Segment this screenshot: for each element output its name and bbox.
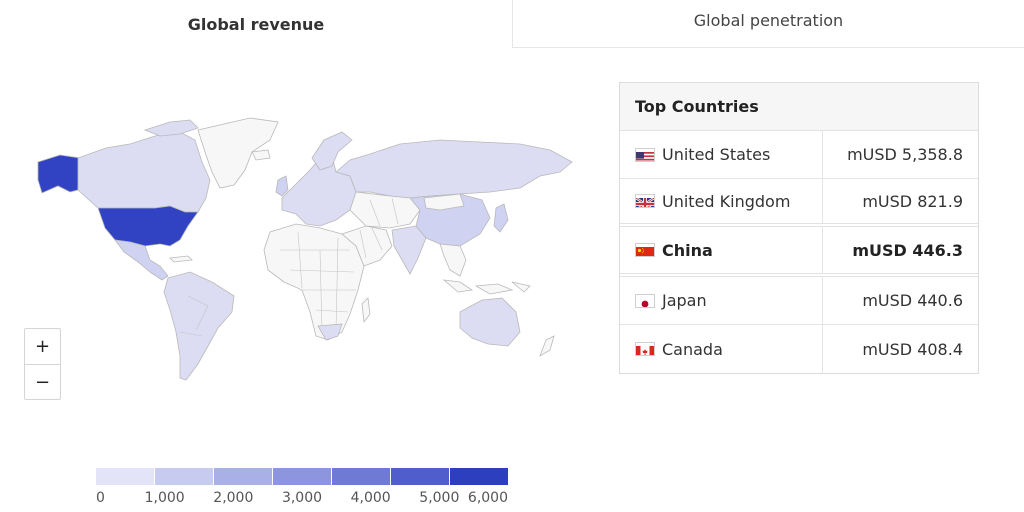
legend-tick-label: 3,000 <box>281 490 323 506</box>
country-value: mUSD 408.4 <box>862 339 963 359</box>
map-region-canada[interactable] <box>77 131 211 213</box>
country-name: United States <box>662 145 771 164</box>
table-row[interactable]: United States mUSD 5,358.8 <box>620 131 978 179</box>
country-value: mUSD 821.9 <box>862 191 963 211</box>
legend-tick-label: 2,000 <box>213 490 254 506</box>
legend-color-step <box>214 468 273 485</box>
map-region-africa[interactable] <box>263 223 365 341</box>
map-region-russia[interactable] <box>335 139 573 199</box>
map-region-united-kingdom[interactable] <box>275 175 289 197</box>
legend-color-step <box>273 468 332 485</box>
country-name: United Kingdom <box>662 191 791 211</box>
map-region-south-america[interactable] <box>163 271 235 381</box>
legend-tick-label: 1,000 <box>144 490 185 506</box>
legend-ticks: 0 1,000 2,000 3,000 4,000 5,000 6,000 <box>96 490 508 512</box>
map-region-japan[interactable] <box>493 203 509 233</box>
legend-tick-label: 0 <box>96 490 105 506</box>
tab-global-revenue-label: Global revenue <box>187 14 325 34</box>
top-countries-table: Top Countries United States mUSD 5,358.8… <box>619 82 979 374</box>
country-cell: Japan <box>620 277 823 324</box>
country-cell: Canada <box>620 325 823 373</box>
tab-global-penetration[interactable]: Global penetration <box>512 0 1024 48</box>
tab-bar: Global revenue Global penetration <box>0 0 1024 48</box>
map-region-madagascar[interactable] <box>361 297 371 324</box>
legend-color-step <box>96 468 155 485</box>
zoom-in-button[interactable]: + <box>25 329 60 364</box>
table-header: Top Countries <box>620 83 978 131</box>
country-cell: China <box>620 227 823 273</box>
legend-tick-label: 5,000 <box>419 490 460 506</box>
table-row[interactable]: United Kingdom mUSD 821.9 <box>620 179 978 227</box>
uk-flag-icon <box>635 194 655 208</box>
zoom-out-button[interactable]: − <box>25 364 60 399</box>
map-region-southeast-asia[interactable] <box>439 243 467 277</box>
country-name: China <box>662 240 713 260</box>
country-value: mUSD 440.6 <box>862 291 963 310</box>
canada-flag-icon <box>635 342 655 356</box>
country-name: Japan <box>662 291 707 310</box>
japan-flag-icon <box>635 293 655 308</box>
world-map[interactable] <box>20 100 600 400</box>
map-region-new-zealand[interactable] <box>539 335 555 357</box>
map-region-mexico[interactable] <box>114 239 169 281</box>
legend-color-step <box>391 468 450 485</box>
color-legend: 0 1,000 2,000 3,000 4,000 5,000 6,000 <box>96 468 508 512</box>
country-value: mUSD 5,358.8 <box>847 145 963 164</box>
map-region-india[interactable] <box>391 225 427 275</box>
table-row-selected[interactable]: China mUSD 446.3 <box>620 227 978 277</box>
legend-color-bar <box>96 468 508 485</box>
map-region-united-states[interactable] <box>97 205 199 247</box>
map-region-caribbean[interactable] <box>169 255 193 263</box>
us-flag-icon <box>635 147 655 162</box>
legend-color-step <box>332 468 391 485</box>
legend-tick-label: 6,000 <box>467 490 508 506</box>
map-region-australia[interactable] <box>459 297 521 347</box>
legend-color-step <box>155 468 214 485</box>
table-row[interactable]: Canada mUSD 408.4 <box>620 325 978 373</box>
tab-global-penetration-label: Global penetration <box>693 11 844 30</box>
legend-tick-label: 4,000 <box>350 490 391 506</box>
legend-color-step <box>450 468 508 485</box>
country-value: mUSD 446.3 <box>852 240 963 260</box>
table-row[interactable]: Japan mUSD 440.6 <box>620 277 978 325</box>
map-region-indonesia[interactable] <box>442 279 531 295</box>
tab-global-revenue[interactable]: Global revenue <box>0 0 512 48</box>
map-region-arctic-islands[interactable] <box>143 119 199 137</box>
map-region-iceland[interactable] <box>251 149 271 161</box>
map-region-alaska[interactable] <box>37 154 81 194</box>
country-name: Canada <box>662 339 723 359</box>
china-flag-icon <box>635 243 655 257</box>
country-cell: United Kingdom <box>620 179 823 223</box>
zoom-controls: + − <box>24 328 61 400</box>
country-cell: United States <box>620 131 823 178</box>
